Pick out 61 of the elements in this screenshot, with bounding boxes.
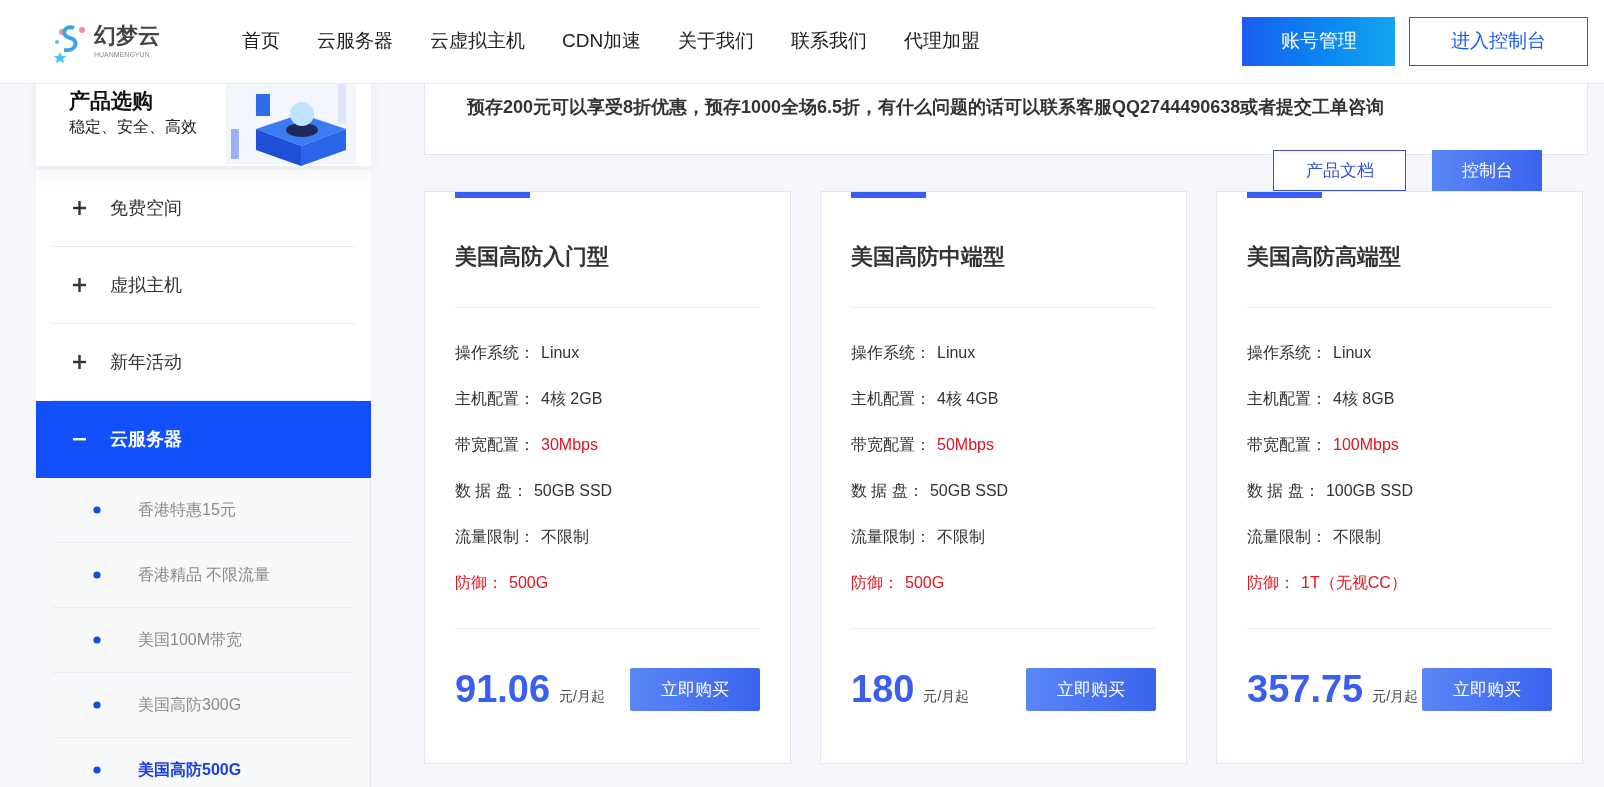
spec-line: 操作系统： Linux (1247, 343, 1373, 363)
nav-link[interactable]: 云虚拟主机 (430, 27, 525, 56)
price-text: 357.75 (1247, 667, 1364, 712)
submenu-item[interactable]: 香港特惠15元 (52, 478, 354, 543)
minus-icon (73, 438, 86, 441)
console-button[interactable]: 控制台 (1432, 150, 1542, 191)
spec-line: 操作系统： Linux (851, 343, 977, 363)
product-title: 美国高防高端型 (1247, 240, 1552, 308)
sidebar-item[interactable]: 虚拟主机 (52, 247, 355, 324)
nav-link[interactable]: 云服务器 (317, 27, 393, 56)
nav-link[interactable]: 首页 (242, 27, 280, 56)
spec-line: 防御： 1T（无视CC） (1247, 573, 1408, 593)
spec-line: 防御： 500G (455, 573, 550, 593)
spec-line: 操作系统： Linux (455, 343, 581, 363)
submenu-item[interactable]: 美国100M带宽 (52, 608, 354, 673)
notice-text: 预存200元可以享受8折优惠，预存1000全场6.5折，有什么问题的话可以联系客服QQ2744490638或者提交工单咨询 (467, 96, 1385, 119)
plus-icon (73, 201, 86, 215)
buy-button[interactable]: 立即购买 (1422, 668, 1552, 711)
spec-line: 数 据 盘： 50GB SSD (455, 481, 614, 501)
nav-link[interactable]: CDN加速 (562, 27, 642, 56)
spec-line: 流量限制： 不限制 (851, 527, 986, 547)
spec-line: 带宽配置： 100Mbps (1247, 435, 1400, 455)
console-button[interactable]: 进入控制台 (1409, 17, 1588, 66)
nav-link[interactable]: 联系我们 (791, 27, 868, 56)
price-unit: 元/月起 (559, 687, 605, 706)
sidebar-title: 产品选购 (69, 88, 154, 114)
submenu-item[interactable]: 香港精品 不限流量 (52, 543, 354, 608)
plus-icon (73, 355, 86, 369)
docs-button[interactable]: 产品文档 (1273, 150, 1406, 191)
logo-text: 幻梦云 (94, 25, 160, 47)
spec-line: 数 据 盘： 100GB SSD (1247, 481, 1415, 501)
buy-button[interactable]: 立即购买 (630, 668, 760, 711)
spec-line: 主机配置： 4核 4GB (851, 389, 1000, 409)
account-button[interactable]: 账号管理 (1242, 17, 1395, 66)
buy-button[interactable]: 立即购买 (1026, 668, 1156, 711)
spec-line: 流量限制： 不限制 (1247, 527, 1382, 547)
spec-line: 数 据 盘： 50GB SSD (851, 481, 1010, 501)
spec-line: 主机配置： 4核 8GB (1247, 389, 1396, 409)
price-unit: 元/月起 (1372, 687, 1419, 706)
bullet-icon (93, 571, 101, 579)
sidebar-item[interactable]: 免费空间 (52, 170, 355, 247)
product-title: 美国高防入门型 (455, 240, 760, 308)
submenu-item[interactable]: 美国高防500G (52, 738, 354, 787)
bullet-icon (93, 766, 101, 774)
sidebar-subtitle: 稳定、安全、高效 (69, 117, 197, 137)
price-text: 91.06 (455, 667, 551, 712)
spec-line: 流量限制： 不限制 (455, 527, 590, 547)
sidebar-item[interactable]: 云服务器 (36, 401, 371, 478)
bullet-icon (93, 701, 101, 709)
price-text: 180 (851, 667, 915, 712)
spec-line: 防御： 500G (851, 573, 946, 593)
price-unit: 元/月起 (923, 687, 970, 706)
spec-line: 带宽配置： 50Mbps (851, 435, 995, 455)
plus-icon (73, 278, 86, 292)
nav-link[interactable]: 关于我们 (678, 27, 755, 56)
bullet-icon (93, 506, 101, 514)
spec-line: 主机配置： 4核 2GB (455, 389, 604, 409)
spec-line: 带宽配置： 30Mbps (455, 435, 599, 455)
nav-link[interactable]: 代理加盟 (904, 27, 981, 56)
product-title: 美国高防中端型 (851, 240, 1156, 308)
bullet-icon (93, 636, 101, 644)
